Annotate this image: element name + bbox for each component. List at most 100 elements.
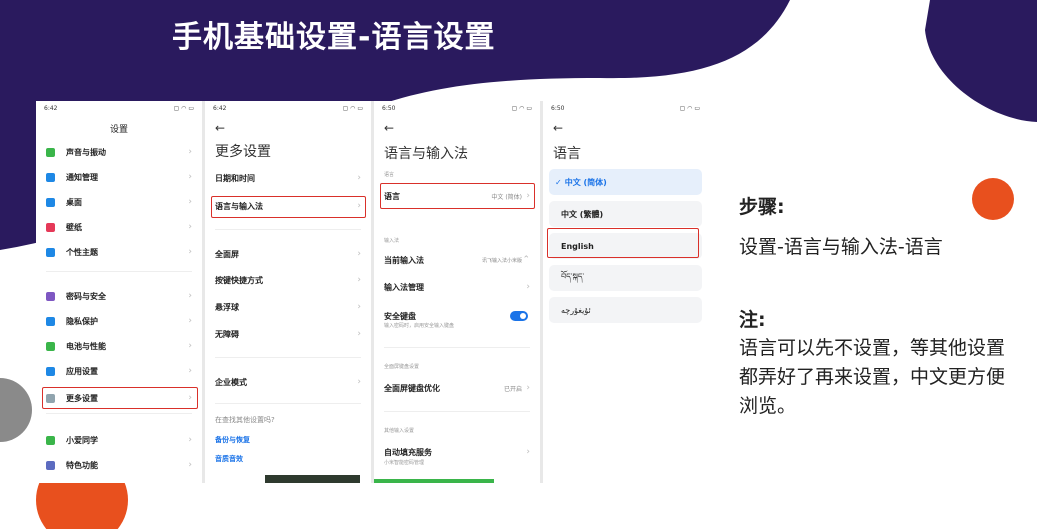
battery-icon (46, 341, 55, 351)
section-input: 输入法 (384, 238, 400, 244)
divider (215, 357, 361, 358)
chevron-right-icon: › (188, 341, 192, 351)
divider (384, 347, 530, 348)
chevron-right-icon: › (357, 275, 361, 285)
checkmark-icon: ✓ (555, 177, 562, 187)
settings-item[interactable]: 电池与性能 › (36, 335, 202, 357)
item-current-ime[interactable]: 当前输入法 讯飞输入法小米版 ⌃ (374, 249, 540, 271)
lang-option-zh-hans[interactable]: ✓ 中文 (简体) (549, 169, 702, 195)
screenshots-strip: 6:42 ▢ ◠ ▭ 设置 声音与振动 › 通知管理 › 桌面 › 壁纸 › 个性主题 › 密码与安… (36, 101, 708, 483)
chevron-right-icon: › (357, 302, 361, 312)
bottom-overlay-bar (265, 475, 360, 483)
item-fullscreen[interactable]: 全面屏 › (205, 243, 371, 265)
status-time: 6:50 (551, 105, 565, 112)
item-floating-ball[interactable]: 悬浮球 › (205, 296, 371, 318)
password-icon (46, 291, 55, 301)
steps-text: 设置-语言与输入法-语言 (739, 236, 943, 258)
navy-corner-shape (925, 0, 1037, 122)
back-arrow-icon[interactable]: ← (553, 121, 563, 135)
apps-icon (46, 366, 55, 376)
divider (46, 271, 192, 272)
settings-item[interactable]: 应用设置 › (36, 360, 202, 382)
search-hint: 在查找其他设置吗? (215, 416, 275, 424)
lang-option-tibetan[interactable]: བོད་སྐད་ (549, 265, 702, 291)
wallpaper-icon (46, 222, 55, 232)
item-shortcuts[interactable]: 按键快捷方式 › (205, 269, 371, 291)
status-icons: ▢ ◠ ▭ (511, 105, 532, 112)
chevron-right-icon: › (188, 222, 192, 232)
chevron-right-icon: › (188, 247, 192, 257)
phone-language-list: 6:50 ▢ ◠ ▭ ← 语言 ✓ 中文 (简体) 中文 (繁體) Englis… (543, 101, 708, 483)
orange-circle-right (972, 178, 1014, 220)
status-icons: ▢ ◠ ▭ (342, 105, 363, 112)
settings-item[interactable]: 隐私保护 › (36, 310, 202, 332)
settings-item[interactable]: 通知管理 › (36, 166, 202, 188)
section-fullscreen: 全面屏键盘设置 (384, 364, 420, 370)
theme-icon (46, 247, 55, 257)
chevron-right-icon: › (526, 383, 530, 393)
settings-item[interactable]: 声音与振动 › (36, 141, 202, 163)
notification-icon (46, 172, 55, 182)
features-icon (46, 460, 55, 470)
gray-circle-decoration (0, 378, 32, 442)
status-icons: ▢ ◠ ▭ (173, 105, 194, 112)
highlight-box (547, 228, 699, 258)
back-arrow-icon[interactable]: ← (215, 121, 225, 135)
bottom-green-bar (374, 479, 494, 483)
link-audio[interactable]: 音质音效 (215, 454, 243, 464)
settings-item[interactable]: 个性主题 › (36, 241, 202, 263)
divider (384, 411, 530, 412)
divider (215, 403, 361, 404)
item-date-time[interactable]: 日期和时间 › (205, 167, 371, 189)
chevron-right-icon: › (188, 366, 192, 376)
sound-icon (46, 147, 55, 157)
chevron-right-icon: › (188, 460, 192, 470)
divider (46, 413, 192, 414)
page-title: 语言与输入法 (384, 146, 468, 162)
steps-heading: 步骤: (739, 196, 785, 218)
item-enterprise-mode[interactable]: 企业模式 › (205, 371, 371, 393)
item-ime-manage[interactable]: 输入法管理 › (374, 276, 540, 298)
note-heading: 注: (739, 309, 766, 331)
page-title: 设置 (109, 125, 128, 135)
phone-more-settings: 6:42 ▢ ◠ ▭ ← 更多设置 日期和时间 › 语言与输入法 › 全面屏 › 按键… (205, 101, 371, 483)
lang-option-uyghur[interactable]: ئۇيغۇرچە (549, 297, 702, 323)
settings-item[interactable]: 密码与安全 › (36, 285, 202, 307)
autofill-desc: 小米智能密码管理 (384, 460, 425, 466)
secure-keyboard-toggle[interactable] (510, 311, 528, 321)
note-text: 语言可以先不设置，等其他设置都弄好了再来设置，中文更方便浏览。 (739, 337, 1006, 417)
settings-item[interactable]: 小爱同学 › (36, 429, 202, 451)
status-time: 6:50 (382, 105, 396, 112)
phone-settings: 6:42 ▢ ◠ ▭ 设置 声音与振动 › 通知管理 › 桌面 › 壁纸 › 个性主题 › 密码与安… (36, 101, 202, 483)
highlight-box (380, 183, 535, 209)
highlight-box (211, 196, 366, 218)
slide-title: 手机基础设置-语言设置 (172, 20, 496, 55)
status-time: 6:42 (213, 105, 227, 112)
secure-keyboard-desc: 输入密码时，启用安全输入键盘 (384, 323, 455, 329)
privacy-icon (46, 316, 55, 326)
settings-item[interactable]: 桌面 › (36, 191, 202, 213)
chevron-right-icon: › (526, 447, 530, 457)
page-title: 语言 (553, 146, 581, 162)
status-icons: ▢ ◠ ▭ (679, 105, 700, 112)
chevron-right-icon: › (188, 291, 192, 301)
chevron-right-icon: › (526, 282, 530, 292)
chevron-right-icon: › (188, 316, 192, 326)
chevron-right-icon: › (357, 249, 361, 259)
settings-item[interactable]: 壁纸 › (36, 216, 202, 238)
section-language: 语言 (384, 172, 395, 178)
chevron-right-icon: › (357, 377, 361, 387)
chevron-updown-icon: ⌃ (522, 255, 530, 265)
settings-item[interactable]: 特色功能 › (36, 454, 202, 476)
back-arrow-icon[interactable]: ← (384, 121, 394, 135)
section-other: 其他输入设置 (384, 428, 415, 434)
link-backup[interactable]: 备份与恢复 (215, 435, 250, 445)
phone-language-input: 6:50 ▢ ◠ ▭ ← 语言与输入法 语言 语言 中文 (简体) › 输入法 … (374, 101, 540, 483)
item-accessibility[interactable]: 无障碍 › (205, 323, 371, 345)
divider (215, 229, 361, 230)
lang-option-zh-hant[interactable]: 中文 (繁體) (549, 201, 702, 227)
item-fullscreen-kb[interactable]: 全面屏键盘优化 已开启 › (374, 377, 540, 399)
chevron-right-icon: › (188, 147, 192, 157)
chevron-right-icon: › (188, 172, 192, 182)
chevron-right-icon: › (357, 329, 361, 339)
